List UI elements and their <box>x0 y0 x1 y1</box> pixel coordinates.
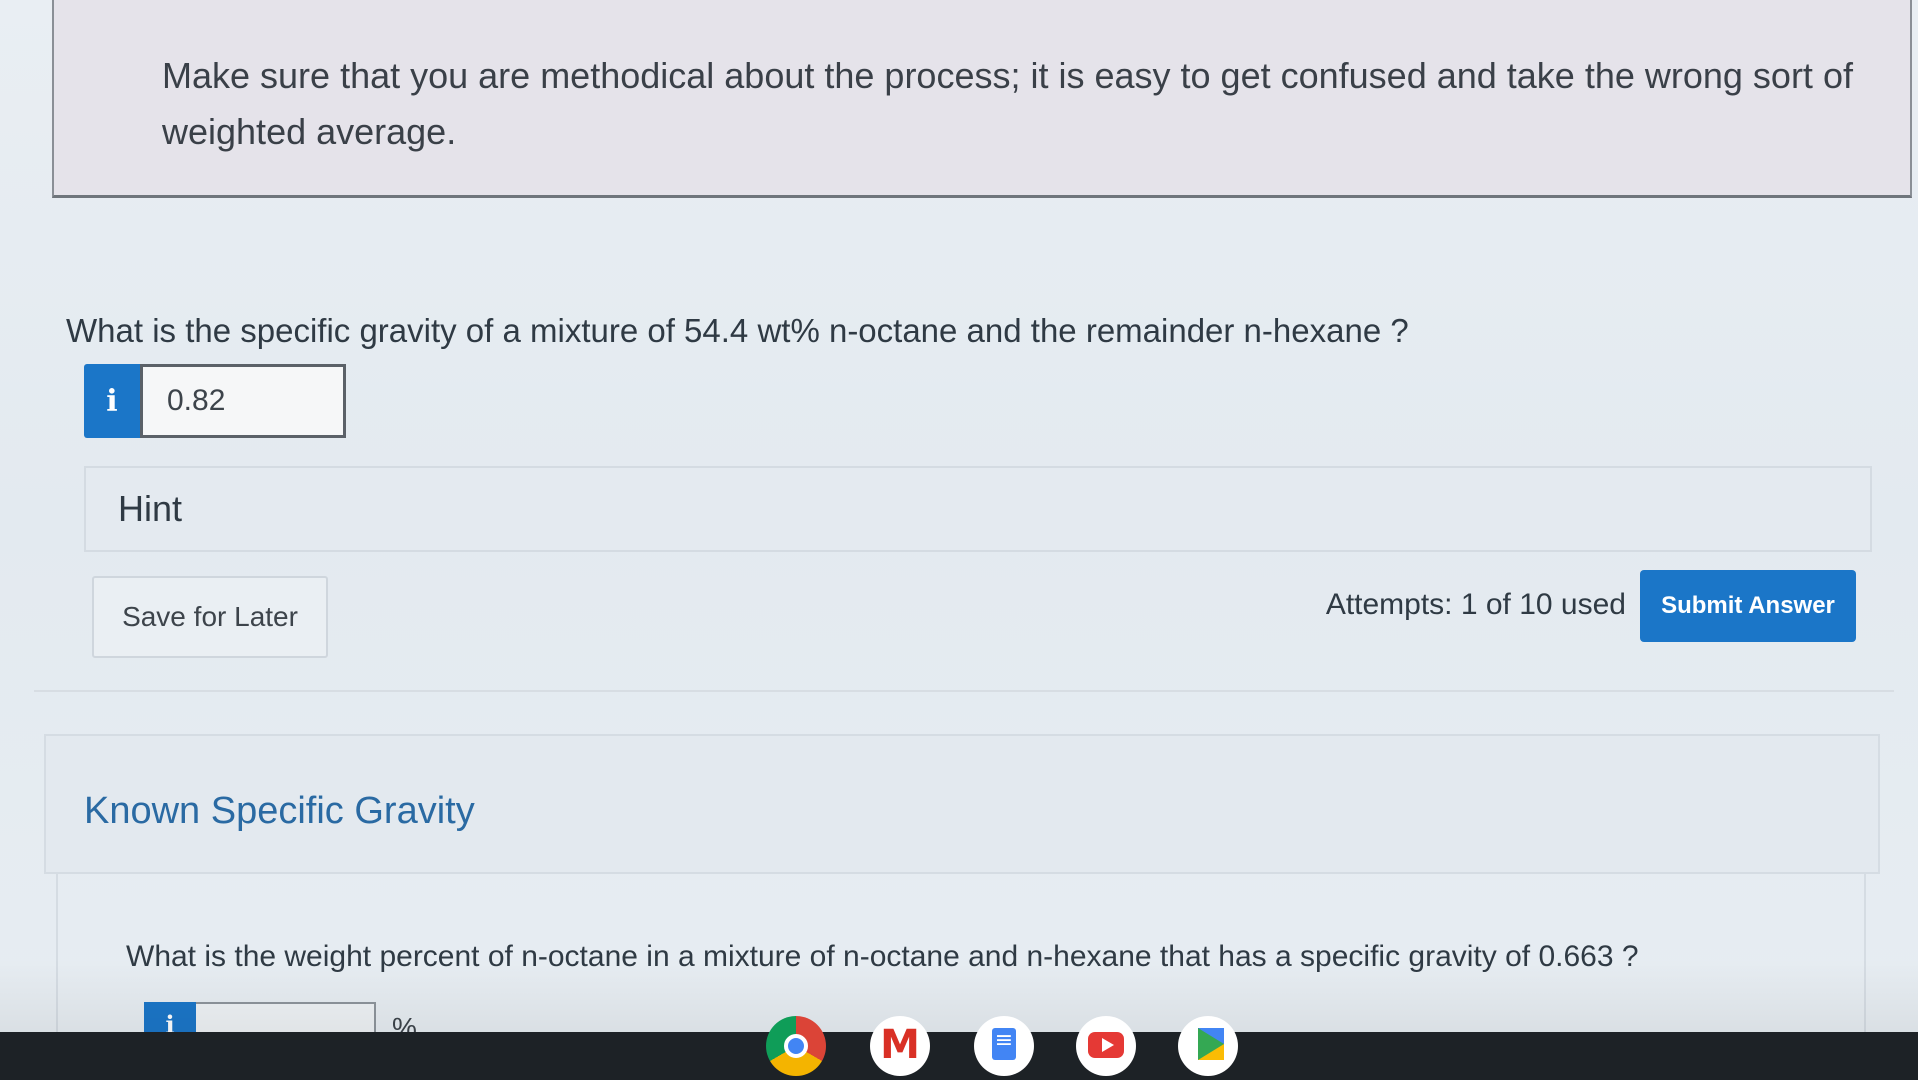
hint-label: Hint <box>118 488 183 529</box>
answer-input[interactable] <box>140 364 346 438</box>
gmail-icon[interactable] <box>870 1016 930 1076</box>
taskbar <box>0 1032 1918 1080</box>
question-prompt: What is the specific gravity of a mixtur… <box>66 312 1409 349</box>
docs-icon[interactable] <box>974 1016 1034 1076</box>
save-for-later-button[interactable]: Save for Later <box>92 576 328 658</box>
chrome-icon[interactable] <box>766 1016 826 1076</box>
play-store-icon[interactable] <box>1178 1016 1238 1076</box>
info-icon[interactable]: i <box>84 364 140 438</box>
section-title: Known Specific Gravity <box>84 790 475 832</box>
answer-row: i <box>84 364 346 438</box>
known-specific-gravity-header: Known Specific Gravity <box>44 734 1880 874</box>
youtube-icon[interactable] <box>1076 1016 1136 1076</box>
hint-toggle[interactable]: Hint <box>84 466 1872 552</box>
attempts-counter: Attempts: 1 of 10 used <box>1325 588 1626 621</box>
question-2-prompt: What is the weight percent of n-octane i… <box>126 940 1639 973</box>
instruction-text: Make sure that you are methodical about … <box>162 55 1853 152</box>
submit-answer-button[interactable]: Submit Answer <box>1640 570 1856 642</box>
instruction-box: Make sure that you are methodical about … <box>52 0 1912 198</box>
assignment-page: Make sure that you are methodical about … <box>0 0 1918 1046</box>
section-divider <box>34 690 1894 692</box>
